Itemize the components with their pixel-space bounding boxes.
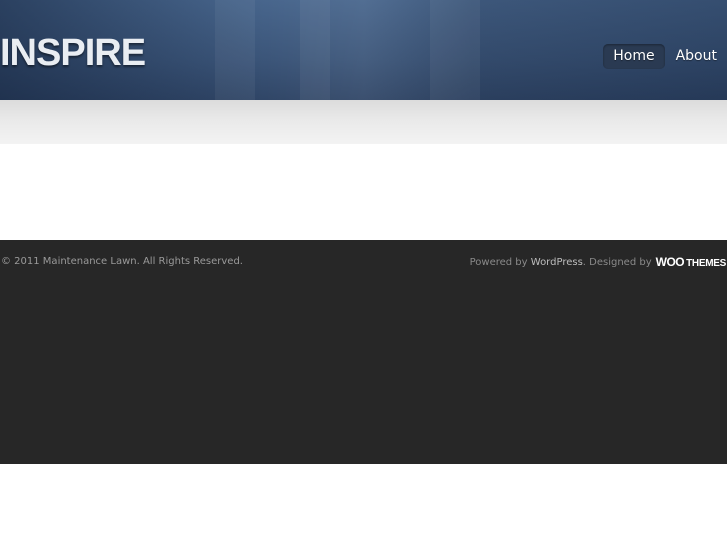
site-logo[interactable]: INSPIRE bbox=[0, 30, 146, 76]
nav-item-about[interactable]: About bbox=[666, 44, 727, 69]
powered-by-label: Powered by bbox=[469, 257, 528, 268]
header-subbar bbox=[0, 100, 727, 144]
main-nav: Home About bbox=[603, 44, 727, 69]
header-texture bbox=[300, 0, 330, 100]
main-content bbox=[0, 144, 727, 240]
footer-credits: Powered by WordPress. Designed by WOO THE… bbox=[469, 255, 727, 270]
site-footer: © 2011 Maintenance Lawn. All Rights Rese… bbox=[0, 240, 727, 464]
site-header: INSPIRE Home About bbox=[0, 0, 727, 100]
header-texture bbox=[430, 0, 480, 100]
themes-logo-text: THEMES bbox=[686, 258, 726, 269]
woothemes-logo[interactable]: WOO THEMES bbox=[655, 255, 727, 270]
nav-item-home[interactable]: Home bbox=[603, 44, 665, 69]
designed-by-label: . Designed by bbox=[582, 257, 652, 268]
woo-logo-text: WOO bbox=[655, 255, 685, 269]
header-texture bbox=[215, 0, 255, 100]
wordpress-link[interactable]: WordPress bbox=[531, 257, 583, 269]
copyright-text: © 2011 Maintenance Lawn. All Rights Rese… bbox=[1, 256, 243, 267]
